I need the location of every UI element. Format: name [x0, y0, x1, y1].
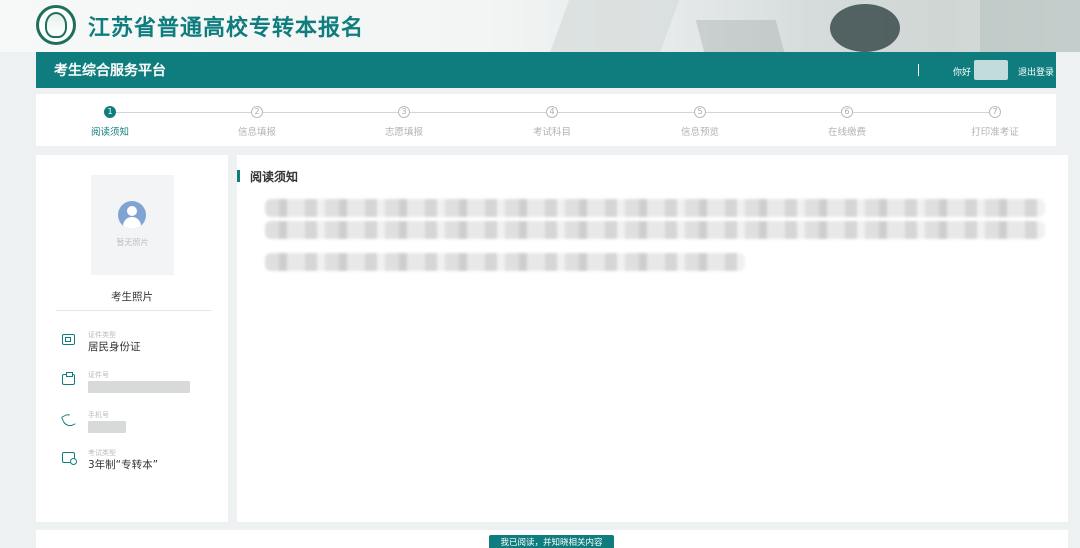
id-number-masked [88, 381, 190, 393]
info-value: 居民身份证 [88, 341, 141, 353]
banner-decoration [695, 20, 785, 52]
step-print-admission-ticket: 7 打印准考证 [955, 106, 1035, 138]
phone-number-masked [88, 421, 126, 433]
no-photo-text: 暂无照片 [116, 238, 149, 247]
step-preference-entry: 3 志愿填报 [364, 106, 444, 138]
step-label: 信息填报 [237, 127, 276, 138]
info-id-type: 证件类型 居民身份证 [62, 331, 222, 361]
step-label: 信息预览 [680, 127, 719, 138]
blurred-notice-text [265, 253, 745, 271]
step-label: 打印准考证 [971, 127, 1019, 138]
step-number: 1 [104, 106, 116, 118]
blurred-notice-text [265, 199, 1045, 217]
phone-icon [62, 414, 75, 425]
candidate-sidebar: 暂无照片 考生照片 证件类型 居民身份证 证件号 手机号 考试类型 3年制“专转… [36, 155, 228, 522]
step-label: 考试科目 [532, 127, 571, 138]
blurred-notice-text [265, 221, 1045, 239]
step-number: 4 [546, 106, 558, 118]
banner-decoration [547, 0, 683, 52]
candidate-photo: 暂无照片 [91, 175, 174, 275]
greeting-text: 你好 [953, 68, 972, 78]
logout-link[interactable]: 退出登录 [1018, 65, 1054, 78]
site-logo-icon [36, 5, 76, 45]
step-number: 7 [989, 106, 1001, 118]
notice-title: 阅读须知 [250, 170, 299, 184]
platform-title: 考生综合服务平台 [54, 63, 166, 79]
document-icon [62, 452, 77, 465]
step-info-entry: 2 信息填报 [217, 106, 297, 138]
info-exam-type: 考试类型 3年制“专转本” [62, 449, 222, 479]
step-number: 3 [398, 106, 410, 118]
sidebar-divider [56, 310, 212, 311]
step-number: 2 [251, 106, 263, 118]
header-banner: 江苏省普通高校专转本报名 [0, 0, 1080, 52]
info-label: 证件号 [88, 371, 109, 379]
avatar-placeholder-icon [118, 201, 146, 229]
top-navbar: 考生综合服务平台 你好 退出登录 [36, 52, 1056, 88]
username-masked [974, 60, 1008, 80]
title-accent-bar [237, 170, 240, 182]
info-id-number: 证件号 [62, 371, 222, 401]
banner-decoration [980, 0, 1080, 52]
info-label: 手机号 [88, 411, 109, 419]
progress-steps: 1 阅读须知 2 信息填报 3 志愿填报 4 考试科目 5 信息预览 6 在线缴… [36, 94, 1056, 146]
step-label: 在线缴费 [827, 127, 866, 138]
step-label: 志愿填报 [384, 127, 423, 138]
confirm-read-button[interactable]: 我已阅读，并知晓相关内容 [489, 535, 614, 548]
notice-panel: 阅读须知 [237, 155, 1068, 522]
info-value: 3年制“专转本” [88, 459, 159, 471]
graduation-cap-decoration [830, 4, 900, 52]
photo-caption: 考生照片 [111, 291, 153, 303]
step-info-preview: 5 信息预览 [660, 106, 740, 138]
step-label: 阅读须知 [90, 127, 129, 138]
step-online-payment: 6 在线缴费 [807, 106, 887, 138]
step-number: 5 [694, 106, 706, 118]
id-card-icon [62, 334, 75, 345]
nav-divider [918, 64, 919, 76]
step-read-notice: 1 阅读须知 [70, 106, 150, 138]
clipboard-icon [62, 372, 75, 385]
site-title: 江苏省普通高校专转本报名 [88, 16, 365, 41]
info-phone: 手机号 [62, 411, 222, 441]
step-exam-subjects: 4 考试科目 [512, 106, 592, 138]
step-number: 6 [841, 106, 853, 118]
